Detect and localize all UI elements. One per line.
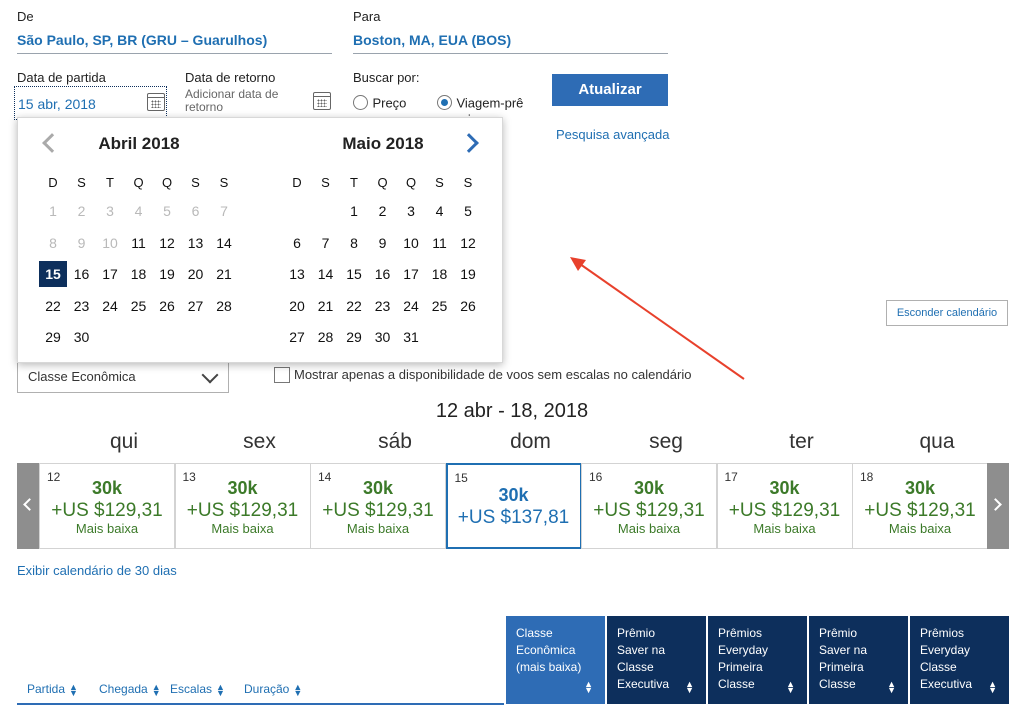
fare-price: +US $129,31 (864, 500, 976, 521)
chevron-right-icon (989, 498, 1002, 511)
fare-price: +US $129,31 (728, 500, 841, 521)
column-header-duração[interactable]: Duração ▲ ▼ (244, 681, 303, 698)
fare-column-header[interactable]: Prêmio Saver na Primeira Classe ▲ ▼ (809, 616, 908, 704)
chevron-left-icon (23, 498, 36, 511)
sort-icon: ▲ ▼ (584, 679, 593, 695)
week-fare-strip: 12 30k +US $129,31 Mais baixa 13 30k +US $129,… (17, 463, 1009, 549)
miles-amount: 30k (904, 478, 936, 498)
fare-header-line: Prêmio (617, 626, 656, 640)
sort-icon: ▲ ▼ (69, 681, 78, 698)
column-header-escalas[interactable]: Escalas ▲ ▼ (170, 681, 225, 698)
column-label: Partida (27, 682, 66, 696)
sort-icon: ▲ ▼ (988, 679, 997, 695)
weekday-label: sáb (378, 430, 412, 453)
miles-amount: 30k (227, 478, 258, 498)
fare-day-cell[interactable]: 16 30k +US $129,31 Mais baixa (581, 463, 717, 549)
fare-price: +US $129,31 (186, 500, 299, 521)
week-range-title: 12 abr - 18, 2018 (435, 400, 589, 422)
sort-icon: ▲ ▼ (216, 681, 225, 698)
fare-column-header[interactable]: Prêmio Saver na Classe Executiva ▲ ▼ (607, 616, 706, 704)
sort-icon: ▲ ▼ (293, 681, 303, 698)
fare-day-cell[interactable]: 14 30k +US $129,31 Mais baixa (310, 463, 446, 549)
fare-price: +US $129,31 (322, 500, 434, 521)
fare-day-cell[interactable]: 17 30k +US $129,31 Mais baixa (716, 463, 853, 549)
fare-day-cell[interactable]: 15 30k +US $137,81 (445, 463, 582, 549)
weekday-label: ter (789, 430, 814, 453)
fare-price: +US $137,81 (457, 507, 570, 528)
fare-column-header[interactable]: Prêmios Everyday Primeira Classe ▲ ▼ (708, 616, 807, 704)
fare-header-line: Prêmio (819, 626, 858, 640)
fare-day-cell[interactable]: 12 30k +US $129,31 Mais baixa (39, 463, 175, 549)
miles-amount: 30k (91, 478, 123, 498)
fare-header-line: Econômica (516, 643, 576, 657)
fare-header-line: Primeira (718, 660, 763, 674)
fare-header-line: Primeira (819, 660, 864, 674)
column-label: Duração (244, 682, 290, 696)
sort-icon: ▲ ▼ (887, 679, 896, 695)
miles-amount: 30k (362, 478, 394, 498)
fare-header-line: Classe (920, 660, 957, 674)
fare-header-line: Prêmios (920, 626, 965, 640)
sort-icon: ▲ ▼ (685, 679, 694, 695)
lowest-badge: Mais baixa (888, 521, 952, 536)
column-header-partida[interactable]: Partida ▲ ▼ (27, 681, 78, 698)
miles-amount: 30k (633, 478, 665, 498)
sort-icon: ▲ ▼ (786, 679, 795, 695)
day-number: 15 (454, 471, 468, 485)
fare-day-cell[interactable]: 13 30k +US $129,31 Mais baixa (174, 463, 311, 549)
weekday-label: qui (109, 430, 139, 453)
fare-header-line: Saver na (617, 643, 666, 657)
prev-week-button[interactable] (17, 463, 39, 549)
lowest-badge: Mais baixa (211, 521, 274, 536)
annotation-arrow-icon (570, 257, 745, 380)
fare-column-header[interactable]: Prêmios Everyday Classe Executiva ▲ ▼ (910, 616, 1009, 704)
sort-icon: ▲ ▼ (151, 681, 161, 698)
fare-header-line: Everyday (920, 643, 971, 657)
weekday-label: seg (649, 430, 683, 453)
lowest-badge: Mais baixa (346, 521, 410, 536)
fare-header-line: Classe (516, 626, 553, 640)
weekday-label: sex (243, 430, 276, 453)
fare-header-line: (mais baixa) (516, 660, 582, 674)
lowest-badge: Mais baixa (75, 521, 139, 536)
fare-header-line: Prêmios (718, 626, 763, 640)
fare-header-line: Classe (617, 660, 654, 674)
fare-day-cell[interactable]: 18 30k +US $129,31 Mais baixa (852, 463, 988, 549)
miles-amount: 30k (498, 485, 529, 505)
table-header-underline (17, 703, 504, 705)
fare-price: +US $129,31 (51, 500, 163, 521)
fare-header-line: Everyday (718, 643, 769, 657)
lowest-badge: Mais baixa (617, 521, 681, 536)
thirty-day-calendar-link[interactable]: Exibir calendário de 30 dias (17, 563, 177, 578)
column-header-chegada[interactable]: Chegada ▲ ▼ (99, 681, 161, 698)
weekday-label: qua (919, 430, 955, 453)
weekday-label: dom (510, 430, 551, 453)
fare-header-line: Saver na (819, 643, 868, 657)
next-week-button[interactable] (987, 463, 1009, 549)
fare-column-header[interactable]: Classe Econômica (mais baixa) ▲ ▼ (506, 616, 605, 704)
miles-amount: 30k (769, 478, 800, 498)
column-label: Escalas (170, 682, 213, 696)
lowest-badge: Mais baixa (753, 521, 816, 536)
fare-price: +US $129,31 (593, 500, 705, 521)
column-label: Chegada (99, 682, 148, 696)
